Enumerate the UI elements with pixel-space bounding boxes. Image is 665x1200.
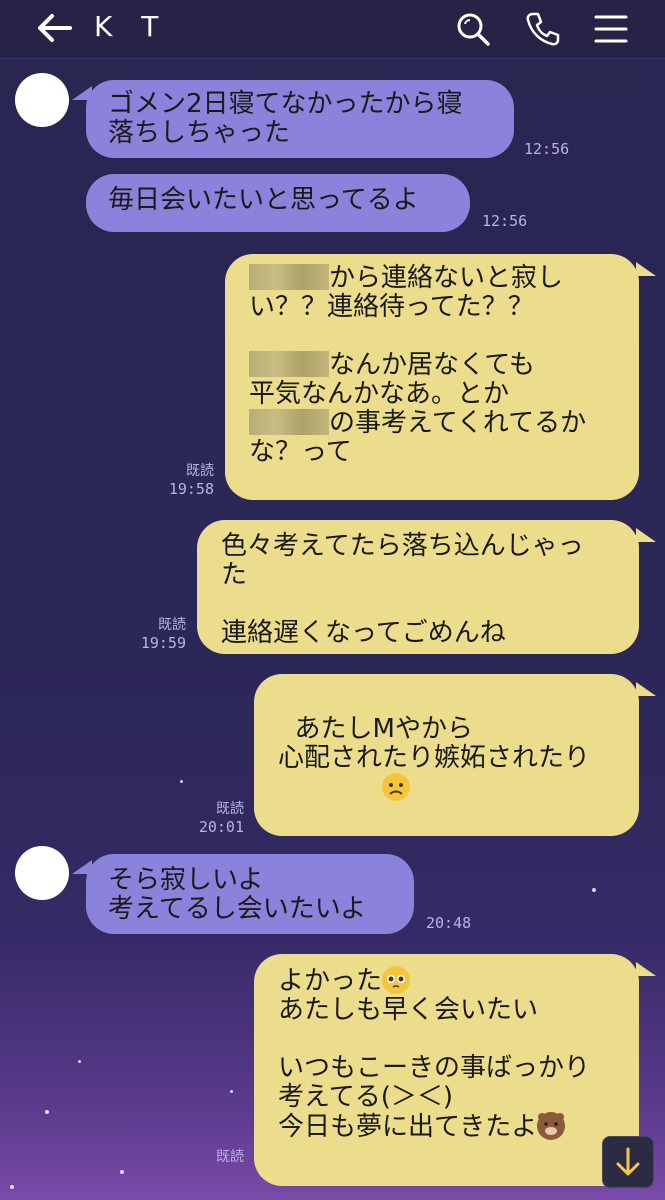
chat-title: K T	[94, 10, 169, 43]
brown-bear-sticker-icon	[537, 1112, 566, 1140]
message-time: 19:59	[140, 634, 186, 652]
message-bubble-incoming[interactable]: 毎日会いたいと思ってるよ	[86, 174, 470, 232]
star-decoration	[10, 1185, 14, 1189]
bubble-tail	[636, 962, 656, 976]
avatar[interactable]	[15, 846, 69, 900]
read-receipt: 既読 19:58	[160, 462, 214, 498]
read-receipt: 既読 19:59	[132, 616, 186, 652]
star-decoration	[45, 1110, 49, 1114]
arrow-down-icon	[616, 1147, 640, 1176]
message-time: 19:58	[168, 480, 214, 498]
redacted-name	[249, 409, 329, 435]
search-icon[interactable]	[454, 10, 492, 48]
worried-face-icon	[382, 773, 411, 801]
star-decoration	[120, 1170, 124, 1174]
message-time: 12:56	[482, 212, 528, 230]
message-bubble-incoming[interactable]: ゴメン2日寝てなかったから寝 落ちしちゃった	[86, 80, 514, 158]
bubble-tail	[636, 528, 656, 542]
star-decoration	[78, 1060, 81, 1063]
message-bubble-outgoing[interactable]: 色々考えてたら落ち込んじゃっ た 連絡遅くなってごめんね	[197, 520, 639, 654]
message-time: 12:56	[524, 140, 570, 158]
message-bubble-incoming[interactable]: そら寂しいよ 考えてるし会いたいよ	[86, 854, 414, 934]
read-receipt: 既読 20:01	[190, 800, 244, 836]
message-time: 20:01	[198, 818, 244, 836]
message-time: 20:48	[426, 914, 472, 932]
read-receipt: 既読	[216, 1149, 244, 1165]
bubble-tail	[636, 682, 656, 696]
star-decoration	[230, 1090, 233, 1093]
message-bubble-outgoing[interactable]: あたしMやから 心配されたり嫉妬されたり したい人	[254, 674, 639, 884]
avatar[interactable]	[15, 73, 69, 127]
star-decoration	[180, 780, 183, 783]
message-bubble-outgoing[interactable]: よかった あたしも早く会いたい いつもこーきの事ばっかり 考えてる(＞＜) 今日…	[254, 954, 639, 1186]
phone-icon[interactable]	[524, 10, 562, 48]
pleading-face-icon	[382, 966, 411, 994]
message-bubble-outgoing[interactable]: から連絡ないと寂し い？？連絡待ってた？？ なんか居なくても 平気なんかなあ。と…	[225, 254, 639, 500]
back-arrow-icon[interactable]	[34, 12, 74, 44]
redacted-name	[249, 351, 329, 377]
bubble-tail	[636, 262, 656, 276]
star-decoration	[592, 888, 596, 892]
redacted-name	[249, 264, 329, 290]
menu-icon[interactable]	[592, 10, 630, 48]
scroll-to-bottom-button[interactable]	[602, 1136, 654, 1188]
chat-header: K T	[0, 0, 665, 59]
